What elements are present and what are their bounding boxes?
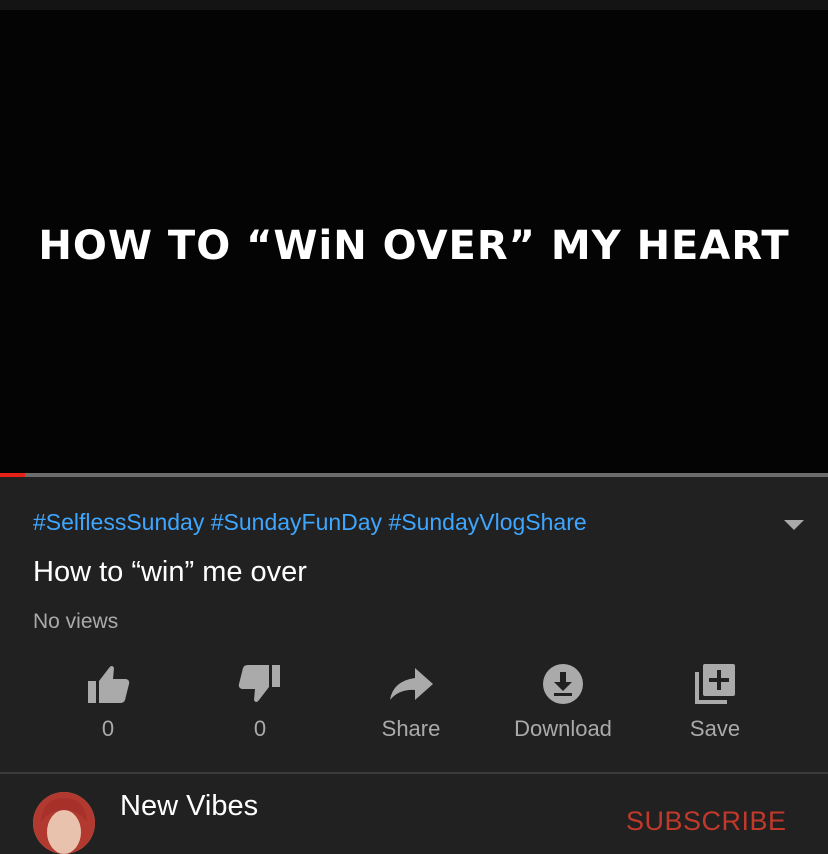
download-icon — [543, 664, 583, 704]
video-overlay-title: HOW TO “WiN OVER” MY HEART — [38, 223, 790, 269]
progress-bar[interactable] — [0, 473, 828, 477]
video-title: How to “win” me over — [33, 556, 307, 588]
share-icon — [390, 668, 433, 700]
dislike-count: 0 — [253, 716, 267, 741]
share-button[interactable]: Share — [346, 660, 476, 752]
save-playlist-icon — [695, 664, 735, 704]
channel-name[interactable]: New Vibes — [120, 790, 258, 823]
view-count: No views — [33, 610, 119, 633]
divider — [0, 772, 828, 774]
thumbs-down-icon — [238, 665, 280, 702]
thumbs-up-icon — [88, 666, 130, 703]
video-player[interactable]: HOW TO “WiN OVER” MY HEART — [0, 0, 828, 473]
channel-avatar[interactable] — [33, 792, 95, 854]
share-label: Share — [381, 716, 441, 741]
like-button[interactable]: 0 — [43, 660, 173, 752]
progress-fill — [0, 473, 25, 477]
like-count: 0 — [101, 716, 115, 741]
save-button[interactable]: Save — [650, 660, 780, 752]
save-label: Save — [689, 716, 741, 741]
dislike-button[interactable]: 0 — [195, 660, 325, 752]
chevron-down-icon[interactable] — [782, 518, 806, 532]
hashtags-link[interactable]: #SelflessSunday #SundayFunDay #SundayVlo… — [33, 509, 587, 536]
status-strip — [0, 0, 828, 10]
subscribe-button[interactable]: SUBSCRIBE — [626, 806, 787, 837]
download-label: Download — [514, 716, 612, 741]
avatar-image — [33, 792, 95, 854]
download-button[interactable]: Download — [498, 660, 628, 752]
